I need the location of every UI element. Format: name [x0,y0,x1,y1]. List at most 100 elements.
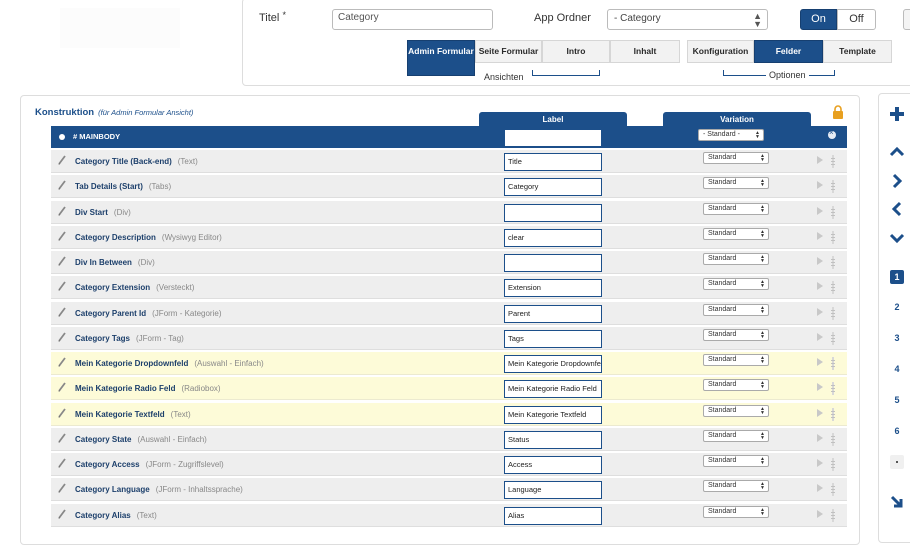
field-label-input[interactable] [504,204,602,222]
drag-handle-icon[interactable] [829,433,837,446]
arrow-right-icon[interactable] [816,382,824,392]
drag-handle-icon[interactable] [829,382,837,395]
arrow-right-icon[interactable] [816,307,824,317]
variation-select[interactable]: Standard ▲ ▼ [703,278,769,290]
arrow-right-icon[interactable] [816,180,824,190]
arrow-right-icon[interactable] [816,433,824,443]
field-label-input[interactable]: Mein Kategorie Radio Feld [504,380,602,398]
field-label-input[interactable]: Access [504,456,602,474]
variation-select[interactable]: Standard ▲ ▼ [703,379,769,391]
pencil-icon[interactable] [57,154,67,166]
chevron-right-icon[interactable] [889,173,905,189]
chevron-down-icon[interactable] [889,230,905,246]
pencil-icon[interactable] [57,457,67,469]
drag-handle-icon[interactable] [829,231,837,244]
tab-konfiguration[interactable]: Konfiguration [687,40,754,63]
variation-select[interactable]: Standard ▲ ▼ [703,480,769,492]
drag-handle-icon[interactable] [829,307,837,320]
drag-handle-icon[interactable] [829,155,837,168]
arrow-right-icon[interactable] [816,256,824,266]
pencil-icon[interactable] [57,255,67,267]
pencil-icon[interactable] [57,179,67,191]
drag-handle-icon[interactable] [829,332,837,345]
plus-icon[interactable] [889,106,905,122]
variation-select[interactable]: Standard ▲ ▼ [703,152,769,164]
arrow-right-icon[interactable] [816,408,824,418]
arrow-right-icon[interactable] [816,281,824,291]
position-2-button[interactable]: 2 [890,300,904,314]
pencil-icon[interactable] [57,482,67,494]
arrow-right-icon[interactable] [816,458,824,468]
arrow-right-icon[interactable] [816,231,824,241]
drag-handle-icon[interactable] [829,483,837,496]
arrow-right-icon[interactable] [816,332,824,342]
field-label-input[interactable]: Mein Kategorie Textfeld [504,406,602,424]
field-label-input[interactable]: Title [504,153,602,171]
pencil-icon[interactable] [57,432,67,444]
field-label-input[interactable]: Language [504,481,602,499]
position-5-button[interactable]: 5 [890,393,904,407]
arrow-right-icon[interactable] [816,509,824,519]
variation-select[interactable]: Standard ▲ ▼ [703,354,769,366]
variation-select[interactable]: Standard ▲ ▼ [703,253,769,265]
variation-select[interactable]: Standard ▲ ▼ [703,177,769,189]
chevron-up-icon[interactable] [889,144,905,160]
pencil-icon[interactable] [57,205,67,217]
variation-select[interactable]: Standard ▲ ▼ [703,203,769,215]
tab-admin-formular[interactable]: Admin Formular [407,40,475,76]
tab-felder[interactable]: Felder [754,40,823,63]
drag-handle-icon[interactable] [829,180,837,193]
drag-handle-icon[interactable] [829,281,837,294]
pencil-icon[interactable] [57,508,67,520]
more-positions-button[interactable] [890,455,904,469]
variation-select[interactable]: Standard ▲ ▼ [703,506,769,518]
drag-handle-icon[interactable] [829,357,837,370]
collapse-icon[interactable] [889,494,905,510]
pencil-icon[interactable] [57,306,67,318]
field-label-input[interactable] [504,254,602,272]
mainbody-variation-select[interactable]: - Standard - ▲ ▼ [698,129,764,141]
chevron-left-icon[interactable] [889,201,905,217]
pencil-icon[interactable] [57,230,67,242]
tab-seite-formular[interactable]: Seite Formular [475,40,542,63]
field-label-input[interactable]: Alias [504,507,602,525]
pencil-icon[interactable] [57,280,67,292]
app-ordner-select[interactable]: - Category ▲ ▼ [607,9,768,30]
pencil-icon[interactable] [57,356,67,368]
variation-select[interactable]: Standard ▲ ▼ [703,405,769,417]
pencil-icon[interactable] [57,331,67,343]
variation-select[interactable]: Standard ▲ ▼ [703,455,769,467]
edge-button[interactable] [903,9,910,30]
lock-icon[interactable] [832,105,844,119]
field-label-input[interactable]: Category [504,178,602,196]
tab-intro[interactable]: Intro [542,40,610,63]
toggle-off-button[interactable]: Off [837,9,876,30]
field-label-input[interactable]: clear [504,229,602,247]
field-label-input[interactable]: Status [504,431,602,449]
toggle-on-button[interactable]: On [800,9,837,30]
arrow-right-icon[interactable] [816,483,824,493]
position-6-button[interactable]: 6 [890,424,904,438]
variation-select[interactable]: Standard ▲ ▼ [703,430,769,442]
pencil-icon[interactable] [57,407,67,419]
drag-handle-icon[interactable] [829,509,837,522]
field-label-input[interactable]: Mein Kategorie Dropdownfeld [504,355,602,373]
drag-handle-icon[interactable] [829,408,837,421]
drag-handle-icon[interactable] [829,458,837,471]
published-toggle[interactable]: On Off [800,9,876,30]
close-icon[interactable] [828,128,836,139]
arrow-right-icon[interactable] [816,206,824,216]
drag-handle-icon[interactable] [829,256,837,269]
arrow-right-icon[interactable] [816,155,824,165]
variation-select[interactable]: Standard ▲ ▼ [703,329,769,341]
tab-inhalt[interactable]: Inhalt [610,40,680,63]
tab-template[interactable]: Template [823,40,892,63]
pencil-icon[interactable] [57,381,67,393]
field-label-input[interactable]: Parent [504,305,602,323]
variation-select[interactable]: Standard ▲ ▼ [703,304,769,316]
field-label-input[interactable]: Extension [504,279,602,297]
variation-select[interactable]: Standard ▲ ▼ [703,228,769,240]
field-label-input[interactable]: Tags [504,330,602,348]
titel-input[interactable]: Category [332,9,493,30]
position-1-button[interactable]: 1 [890,270,904,284]
